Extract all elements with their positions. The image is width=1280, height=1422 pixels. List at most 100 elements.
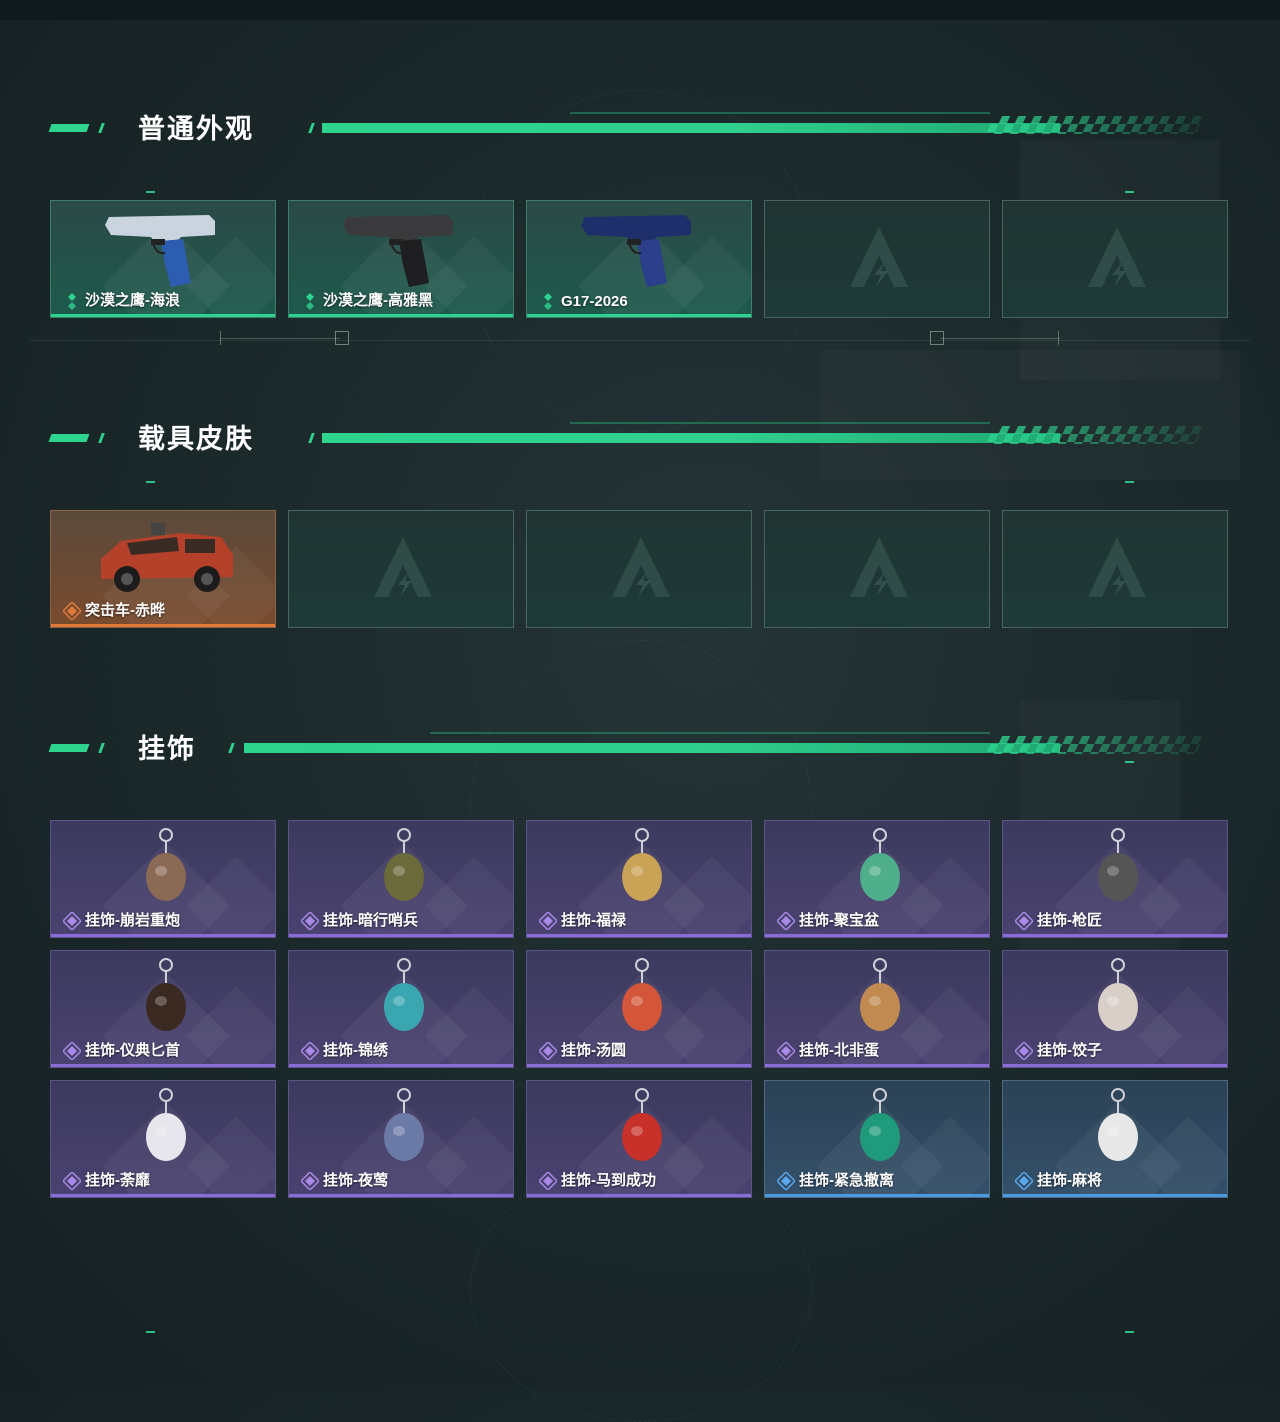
charm-icon xyxy=(1043,1085,1193,1171)
item-card[interactable]: 挂饰-紧急撤离 xyxy=(764,1080,990,1198)
header-thin-line xyxy=(430,732,990,734)
rarity-bar xyxy=(765,1064,989,1067)
rarity-diamond-icon xyxy=(299,1170,321,1192)
charm-icon xyxy=(1043,955,1193,1041)
pistol-icon xyxy=(329,205,479,291)
charm-icon xyxy=(91,1085,241,1171)
item-card[interactable]: 挂饰-北非蛋 xyxy=(764,950,990,1068)
item-label: 挂饰-饺子 xyxy=(1037,1042,1102,1059)
header-checker-pattern xyxy=(985,116,1205,134)
item-card[interactable]: 挂饰-马到成功 xyxy=(526,1080,752,1198)
section-title: 载具皮肤 xyxy=(138,424,254,454)
item-card[interactable]: 沙漠之鹰-海浪 xyxy=(50,200,276,318)
rarity-diamond-icon xyxy=(61,910,83,932)
charm-icon xyxy=(329,825,479,911)
item-label: G17-2026 xyxy=(561,293,628,310)
header-line xyxy=(322,123,1060,133)
rarity-bar xyxy=(1003,1064,1227,1067)
item-label: 挂饰-麻将 xyxy=(1037,1172,1102,1189)
vehicle-grid: 突击车-赤晔 xyxy=(50,510,1230,630)
corner-dash xyxy=(1125,191,1134,193)
section-header-appearance: 普通外观 xyxy=(48,112,1205,144)
item-card[interactable]: 挂饰-聚宝盆 xyxy=(764,820,990,938)
item-label: 挂饰-马到成功 xyxy=(561,1172,656,1189)
header-accent-bar xyxy=(48,434,90,442)
item-card[interactable]: 沙漠之鹰-高雅黑 xyxy=(288,200,514,318)
header-accent-tick xyxy=(98,743,105,753)
rarity-diamond-icon xyxy=(539,292,557,310)
rarity-bar xyxy=(527,1194,751,1197)
placeholder-logo-icon xyxy=(372,535,434,601)
rarity-bar xyxy=(51,624,275,627)
item-card[interactable]: 挂饰-福禄 xyxy=(526,820,752,938)
rarity-diamond-icon xyxy=(1013,1040,1035,1062)
charms-grid: 挂饰-崩岩重炮 挂饰-暗行哨兵 挂饰-福禄 挂饰-聚宝盆 挂饰-枪匠 挂饰-仪典 xyxy=(50,820,1230,1200)
ruler-line xyxy=(30,340,1250,341)
section-title: 挂饰 xyxy=(138,734,196,764)
item-label: 挂饰-汤圆 xyxy=(561,1042,626,1059)
item-label: 沙漠之鹰-海浪 xyxy=(85,292,180,309)
header-accent-bar xyxy=(48,124,90,132)
empty-slot-card xyxy=(764,200,990,318)
item-card[interactable]: 挂饰-麻将 xyxy=(1002,1080,1228,1198)
placeholder-logo-icon xyxy=(1086,225,1148,291)
ruler-square xyxy=(335,331,349,345)
top-strip xyxy=(0,0,1280,20)
item-card[interactable]: G17-2026 xyxy=(526,200,752,318)
rarity-diamond-icon xyxy=(299,1040,321,1062)
rarity-bar xyxy=(289,934,513,937)
rarity-bar xyxy=(1003,934,1227,937)
rarity-diamond-icon xyxy=(61,600,83,622)
placeholder-logo-icon xyxy=(1086,535,1148,601)
header-accent-tick xyxy=(98,123,105,133)
corner-dash xyxy=(1125,1331,1134,1333)
charm-icon xyxy=(91,825,241,911)
rarity-bar xyxy=(1003,1194,1227,1197)
rarity-diamond-icon xyxy=(537,910,559,932)
ruler-line xyxy=(940,338,1060,339)
item-label: 挂饰-夜莺 xyxy=(323,1172,388,1189)
item-card[interactable]: 挂饰-暗行哨兵 xyxy=(288,820,514,938)
vehicle-icon xyxy=(91,515,241,601)
charm-icon xyxy=(329,955,479,1041)
pistol-icon xyxy=(91,205,241,291)
item-label: 挂饰-锦绣 xyxy=(323,1042,388,1059)
header-checker-pattern xyxy=(985,736,1205,754)
item-label: 挂饰-仪典匕首 xyxy=(85,1042,180,1059)
corner-dash xyxy=(146,191,155,193)
item-label: 挂饰-崩岩重炮 xyxy=(85,912,180,929)
placeholder-logo-icon xyxy=(610,535,672,601)
item-label: 沙漠之鹰-高雅黑 xyxy=(323,292,433,309)
placeholder-logo-icon xyxy=(848,535,910,601)
item-card[interactable]: 突击车-赤晔 xyxy=(50,510,276,628)
empty-slot-card xyxy=(1002,510,1228,628)
rarity-diamond-icon xyxy=(537,1170,559,1192)
charm-icon xyxy=(91,955,241,1041)
item-card[interactable]: 挂饰-夜莺 xyxy=(288,1080,514,1198)
placeholder-logo-icon xyxy=(848,225,910,291)
pistol-icon xyxy=(567,205,717,291)
item-card[interactable]: 挂饰-饺子 xyxy=(1002,950,1228,1068)
header-line xyxy=(322,433,1060,443)
item-label: 挂饰-聚宝盆 xyxy=(799,912,879,929)
rarity-diamond-icon xyxy=(775,1170,797,1192)
item-card[interactable]: 挂饰-荼靡 xyxy=(50,1080,276,1198)
corner-dash xyxy=(146,481,155,483)
item-card[interactable]: 挂饰-汤圆 xyxy=(526,950,752,1068)
rarity-diamond-icon xyxy=(775,1040,797,1062)
item-label: 挂饰-暗行哨兵 xyxy=(323,912,418,929)
header-accent-tick xyxy=(308,433,315,443)
item-card[interactable]: 挂饰-崩岩重炮 xyxy=(50,820,276,938)
item-card[interactable]: 挂饰-锦绣 xyxy=(288,950,514,1068)
rarity-bar xyxy=(527,1064,751,1067)
charm-icon xyxy=(1043,825,1193,911)
rarity-diamond-icon xyxy=(63,292,81,310)
section-header-charms: 挂饰 xyxy=(48,732,1205,764)
rarity-bar xyxy=(51,314,275,317)
rarity-diamond-icon xyxy=(61,1170,83,1192)
corner-dash xyxy=(146,1331,155,1333)
item-card[interactable]: 挂饰-枪匠 xyxy=(1002,820,1228,938)
header-accent-tick xyxy=(308,123,315,133)
item-card[interactable]: 挂饰-仪典匕首 xyxy=(50,950,276,1068)
header-line xyxy=(244,743,1060,753)
